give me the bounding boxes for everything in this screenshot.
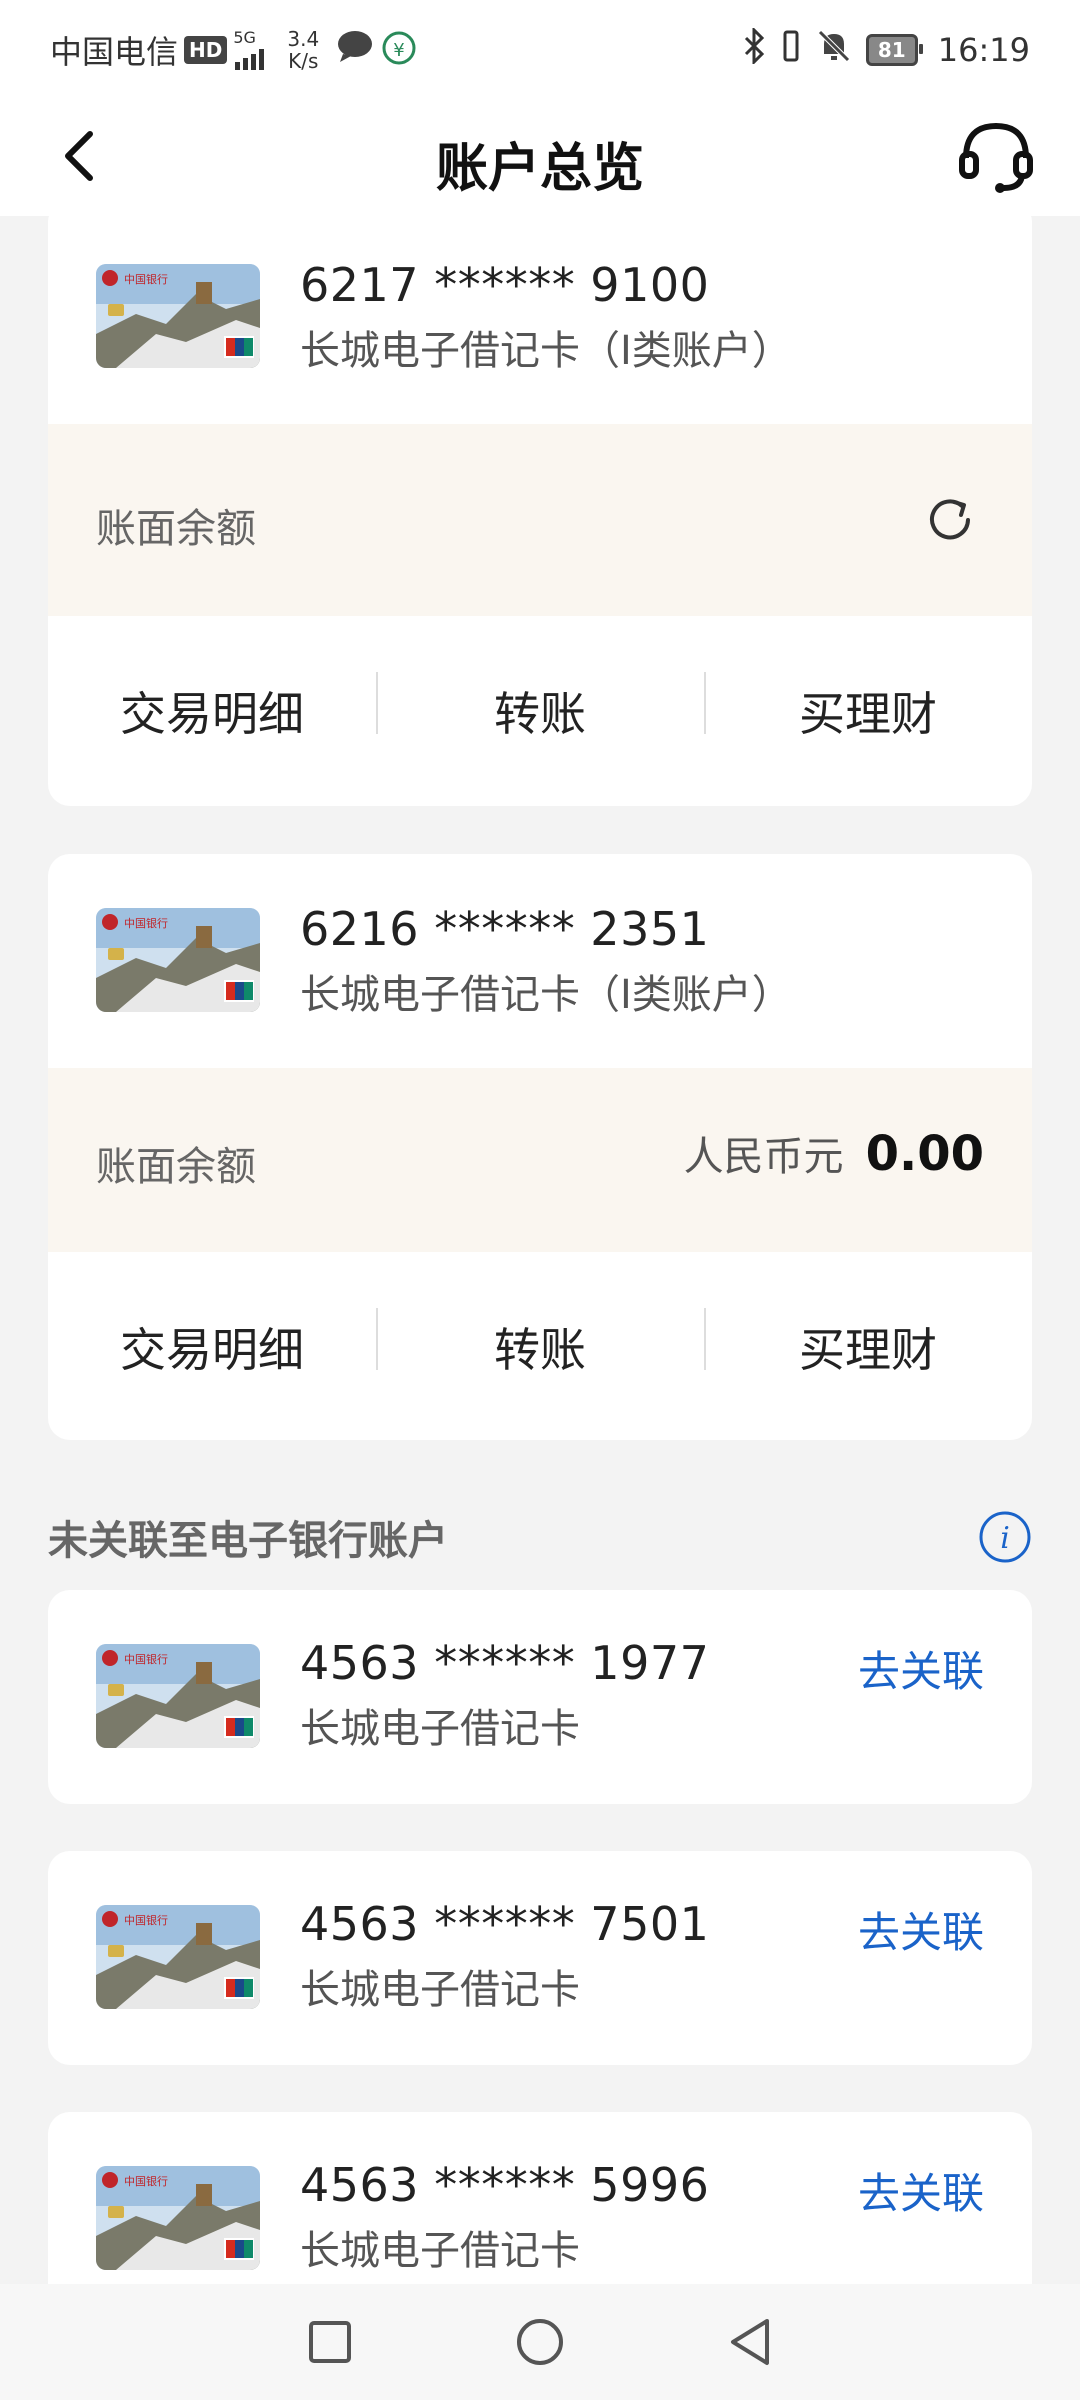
clock: 16:19 — [937, 31, 1030, 69]
unlinked-card[interactable]: 中国银行 4563 ****** 7501 长城电子借记卡 去关联 — [48, 1851, 1032, 2065]
account-type: 长城电子借记卡 — [300, 1967, 580, 2013]
account-type: 长城电子借记卡 — [300, 2228, 580, 2274]
link-account-button[interactable]: 去关联 — [858, 2160, 984, 2221]
account-card[interactable]: 中国银行 6216 ****** 2351 长城电子借记卡（I类账户） 账面余额… — [48, 854, 1032, 1440]
vibrate-icon — [780, 28, 802, 72]
unlinked-card[interactable]: 中国银行 4563 ****** 1977 长城电子借记卡 去关联 — [48, 1590, 1032, 1804]
link-account-button[interactable]: 去关联 — [858, 1899, 984, 1960]
section-title: 未关联至电子银行账户 — [48, 1518, 448, 1564]
buy-wealth-button[interactable]: 买理财 — [704, 1308, 1032, 1380]
account-number: 4563 ****** 5996 — [300, 2158, 710, 2212]
bluetooth-icon — [742, 26, 766, 72]
account-actions: 交易明细 转账 买理财 — [48, 616, 1032, 806]
svg-text:中国银行: 中国银行 — [124, 1652, 168, 1666]
carrier-label: 中国电信 — [50, 33, 179, 71]
card-thumbnail: 中国银行 — [96, 2166, 260, 2270]
status-bar: 中国电信 HD 5G 3.4 K/s ¥ 81 16:19 — [0, 0, 1080, 96]
currency-label: 人民币元 — [683, 1134, 844, 1180]
link-account-button[interactable]: 去关联 — [858, 1638, 984, 1699]
card-thumbnail: 中国银行 — [96, 1644, 260, 1748]
account-type: 长城电子借记卡（I类账户） — [300, 328, 792, 374]
card-thumbnail: 中国银行 — [96, 1905, 260, 2009]
network-speed: 3.4 K/s — [287, 27, 320, 73]
refresh-icon[interactable] — [924, 494, 976, 546]
account-number: 4563 ****** 1977 — [300, 1636, 710, 1690]
svg-text:¥: ¥ — [393, 40, 404, 61]
triangle-back-icon — [731, 2319, 769, 2365]
circle-icon — [517, 2319, 563, 2365]
info-icon[interactable]: i — [978, 1510, 1032, 1564]
balance-row: 账面余额 人民币元 0.00 — [48, 1068, 1032, 1252]
back-nav-button[interactable] — [720, 2312, 780, 2372]
hd-badge: HD — [184, 36, 228, 64]
card-thumbnail: 中国银行 — [96, 908, 260, 1012]
balance-label: 账面余额 — [96, 1144, 256, 1190]
transfer-button[interactable]: 转账 — [376, 1308, 704, 1380]
eco-app-icon: ¥ — [381, 26, 417, 74]
message-icon — [335, 28, 375, 72]
account-number: 6216 ****** 2351 — [300, 902, 710, 956]
signal-icon: 5G — [233, 30, 273, 70]
balance-row: 账面余额 — [48, 424, 1032, 616]
svg-text:中国银行: 中国银行 — [124, 272, 168, 286]
account-number: 6217 ****** 9100 — [300, 258, 710, 312]
account-actions: 交易明细 转账 买理财 — [48, 1252, 1032, 1440]
buy-wealth-button[interactable]: 买理财 — [704, 672, 1032, 744]
square-icon — [309, 2321, 351, 2363]
account-number: 4563 ****** 7501 — [300, 1897, 710, 1951]
mute-bell-icon — [816, 28, 852, 72]
card-thumbnail: 中国银行 — [96, 264, 260, 368]
svg-text:中国银行: 中国银行 — [124, 1913, 168, 1927]
customer-service-button[interactable] — [954, 114, 1038, 198]
transfer-button[interactable]: 转账 — [376, 672, 704, 744]
top-nav: 账户总览 — [0, 96, 1080, 216]
balance-amount: 0.00 — [865, 1126, 984, 1182]
account-card[interactable]: 中国银行 6217 ****** 9100 长城电子借记卡（I类账户） 账面余额… — [48, 200, 1032, 806]
svg-text:中国银行: 中国银行 — [124, 2174, 168, 2188]
recents-button[interactable] — [300, 2312, 360, 2372]
svg-text:i: i — [1000, 1521, 1010, 1556]
transaction-details-button[interactable]: 交易明细 — [48, 1314, 376, 1380]
home-button[interactable] — [510, 2312, 570, 2372]
balance-label: 账面余额 — [96, 506, 256, 552]
svg-text:中国银行: 中国银行 — [124, 916, 168, 930]
account-type: 长城电子借记卡（I类账户） — [300, 972, 792, 1018]
battery-icon: 81 — [865, 34, 923, 66]
transaction-details-button[interactable]: 交易明细 — [48, 678, 376, 744]
system-nav-bar — [0, 2284, 1080, 2400]
page-title: 账户总览 — [435, 139, 644, 199]
account-type: 长城电子借记卡 — [300, 1706, 580, 1752]
headset-icon — [959, 122, 1033, 193]
